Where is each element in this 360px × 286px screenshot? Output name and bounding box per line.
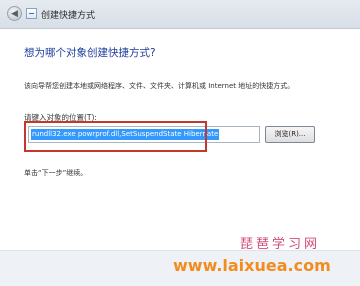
title-bar: ◀ 创建快捷方式 (0, 0, 360, 29)
highlight-box (24, 121, 207, 152)
page-heading: 想为哪个对象创建快捷方式? (24, 47, 156, 59)
shortcut-wizard-icon (26, 8, 37, 19)
watermark-url: www.laixuea.com (173, 256, 331, 275)
browse-button[interactable]: 浏览(R)... (265, 126, 315, 143)
window-title: 创建快捷方式 (41, 11, 96, 21)
wizard-description: 该向导帮您创建本地或网络程序、文件、文件夹、计算机或 Internet 地址的快… (24, 82, 295, 90)
back-button[interactable]: ◀ (7, 6, 22, 21)
watermark-site-name: 琵琶学习网 (240, 237, 321, 252)
next-step-hint: 单击“下一步”继续。 (24, 169, 88, 177)
back-arrow-icon: ◀ (11, 9, 18, 19)
